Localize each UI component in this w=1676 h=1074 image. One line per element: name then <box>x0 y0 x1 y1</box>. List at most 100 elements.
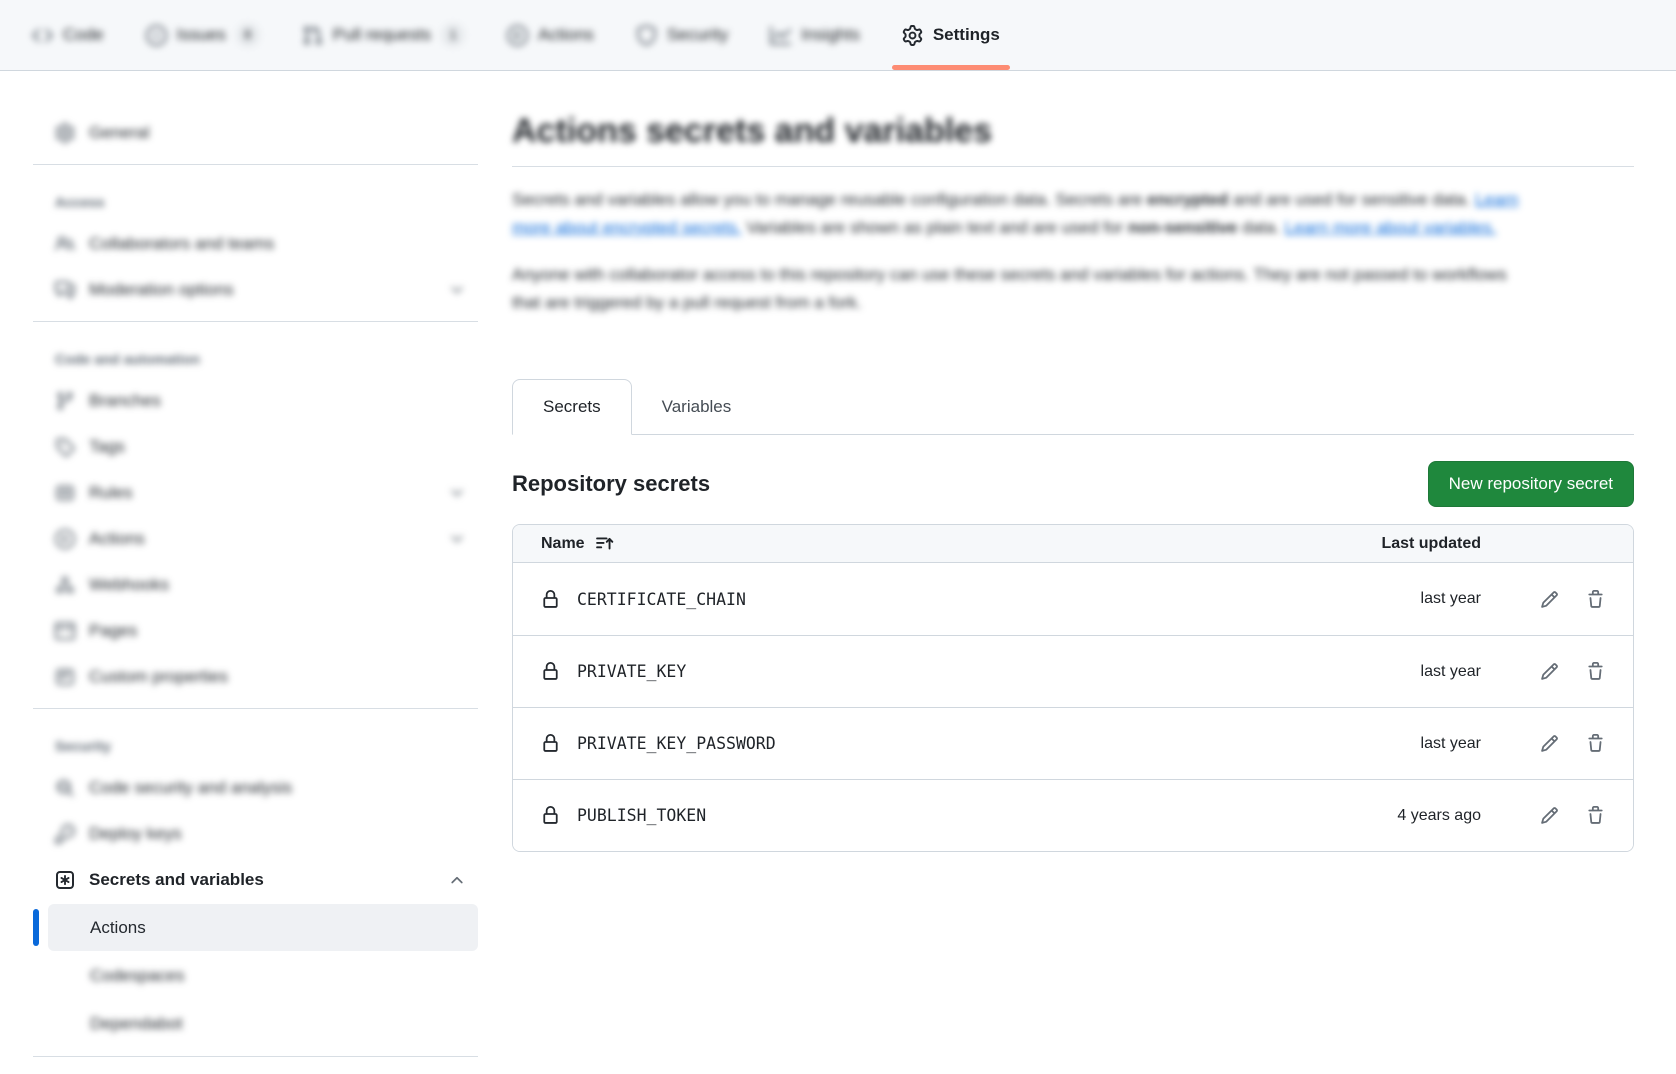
tab-label: Actions <box>538 25 594 45</box>
sidebar-subitem-dependabot[interactable]: Dependabot <box>48 1000 478 1047</box>
intro-paragraph-2: Anyone with collaborator access to this … <box>512 261 1522 317</box>
sidebar-item-branches[interactable]: Branches <box>33 379 478 423</box>
sidebar-item-code-security[interactable]: Code security and analysis <box>33 766 478 810</box>
delete-secret-button[interactable] <box>1586 662 1605 681</box>
tab-actions[interactable]: Actions <box>495 0 606 70</box>
table-row: PUBLISH_TOKEN 4 years ago <box>513 779 1633 851</box>
sidebar-item-deploy-keys[interactable]: Deploy keys <box>33 812 478 856</box>
edit-secret-button[interactable] <box>1540 806 1559 825</box>
sidebar-item-secrets-and-variables[interactable]: Secrets and variables <box>33 858 478 902</box>
sidebar-item-rules[interactable]: Rules <box>33 471 478 515</box>
sidebar-subitem-actions[interactable]: Actions <box>48 904 478 951</box>
chevron-up-icon <box>448 871 466 889</box>
tab-pull-requests[interactable]: Pull requests 1 <box>290 0 477 70</box>
edit-secret-button[interactable] <box>1540 590 1559 609</box>
sidebar-item-label: Webhooks <box>89 575 169 595</box>
secret-name: PRIVATE_KEY_PASSWORD <box>577 734 776 753</box>
tab-issues[interactable]: Issues 8 <box>134 0 272 70</box>
issues-count-badge: 8 <box>236 23 260 47</box>
secrets-table: Name Last updated CERTIFICATE_CHAIN last… <box>512 524 1634 852</box>
sidebar-section-code-and-automation: Code and automation <box>33 331 478 379</box>
sidebar-item-label: Secrets and variables <box>89 870 264 890</box>
note-icon <box>55 667 75 687</box>
secret-name: PUBLISH_TOKEN <box>577 806 706 825</box>
sidebar-item-label: Actions <box>89 529 145 549</box>
secret-name: CERTIFICATE_CHAIN <box>577 590 746 609</box>
tab-insights[interactable]: Insights <box>758 0 872 70</box>
sidebar-item-actions[interactable]: Actions <box>33 517 478 561</box>
sidebar-item-pages[interactable]: Pages <box>33 609 478 653</box>
lock-icon <box>541 734 560 753</box>
tab-variables[interactable]: Variables <box>632 379 762 435</box>
learn-more-variables-link[interactable]: Learn more about variables. <box>1285 218 1497 237</box>
trash-icon <box>1586 806 1605 825</box>
tag-icon <box>55 437 75 457</box>
browser-icon <box>55 621 75 641</box>
column-header-last-updated: Last updated <box>1335 535 1495 553</box>
sidebar-section-access: Access <box>33 174 478 222</box>
delete-secret-button[interactable] <box>1586 734 1605 753</box>
table-row: CERTIFICATE_CHAIN last year <box>513 563 1633 635</box>
trash-icon <box>1586 662 1605 681</box>
new-repository-secret-button[interactable]: New repository secret <box>1428 461 1634 507</box>
column-header-name: Name <box>541 535 585 553</box>
tab-secrets[interactable]: Secrets <box>512 379 632 435</box>
edit-secret-button[interactable] <box>1540 734 1559 753</box>
webhook-icon <box>55 575 75 595</box>
sort-ascending-icon[interactable] <box>595 534 614 553</box>
settings-sidebar: General Access Collaborators and teams M… <box>0 111 478 1066</box>
tab-label: Pull requests <box>333 25 431 45</box>
delete-secret-button[interactable] <box>1586 806 1605 825</box>
pull-requests-count-badge: 1 <box>441 23 465 47</box>
gear-icon <box>55 123 75 143</box>
sidebar-divider <box>33 321 478 322</box>
settings-content: Actions secrets and variables Secrets an… <box>478 111 1676 1066</box>
sidebar-item-label: Codespaces <box>90 966 185 986</box>
sidebar-item-label: Collaborators and teams <box>89 234 274 254</box>
chevron-down-icon <box>448 484 466 502</box>
secret-last-updated: last year <box>1335 663 1495 681</box>
table-header-row: Name Last updated <box>513 525 1633 563</box>
sidebar-item-custom-properties[interactable]: Custom properties <box>33 655 478 699</box>
intro-text: Variables are shown as plain text and ar… <box>742 218 1128 237</box>
secret-last-updated: last year <box>1335 590 1495 608</box>
secret-name: PRIVATE_KEY <box>577 662 686 681</box>
git-pull-request-icon <box>302 25 323 46</box>
tab-settings[interactable]: Settings <box>890 0 1012 70</box>
sidebar-divider <box>33 164 478 165</box>
comment-discussion-icon <box>55 280 75 300</box>
tab-label: Issues <box>177 25 226 45</box>
play-icon <box>55 529 75 549</box>
secrets-variables-tabnav: Secrets Variables <box>512 379 1634 435</box>
delete-secret-button[interactable] <box>1586 590 1605 609</box>
sidebar-item-moderation-options[interactable]: Moderation options <box>33 268 478 312</box>
pencil-icon <box>1540 734 1559 753</box>
code-icon <box>32 25 53 46</box>
tab-security[interactable]: Security <box>624 0 740 70</box>
edit-secret-button[interactable] <box>1540 662 1559 681</box>
tab-code[interactable]: Code <box>20 0 116 70</box>
sidebar-item-label: Deploy keys <box>89 824 182 844</box>
graph-icon <box>770 25 791 46</box>
sidebar-item-collaborators[interactable]: Collaborators and teams <box>33 222 478 266</box>
active-tab-underline <box>892 65 1010 70</box>
table-row: PRIVATE_KEY_PASSWORD last year <box>513 707 1633 779</box>
asterisk-box-icon <box>55 870 75 890</box>
sidebar-subitem-codespaces[interactable]: Codespaces <box>48 952 478 999</box>
sidebar-item-label: Branches <box>89 391 161 411</box>
play-icon <box>507 25 528 46</box>
sidebar-item-general[interactable]: General <box>33 111 478 155</box>
tab-label: Settings <box>933 25 1000 45</box>
sidebar-item-tags[interactable]: Tags <box>33 425 478 469</box>
secret-last-updated: 4 years ago <box>1335 807 1495 825</box>
pencil-icon <box>1540 662 1559 681</box>
trash-icon <box>1586 590 1605 609</box>
secret-last-updated: last year <box>1335 735 1495 753</box>
lock-icon <box>541 590 560 609</box>
intro-paragraph-1: Secrets and variables allow you to manag… <box>512 186 1522 242</box>
sidebar-item-webhooks[interactable]: Webhooks <box>33 563 478 607</box>
repo-nav: Code Issues 8 Pull requests 1 Actions Se… <box>0 0 1676 71</box>
people-icon <box>55 234 75 254</box>
trash-icon <box>1586 734 1605 753</box>
table-row: PRIVATE_KEY last year <box>513 635 1633 707</box>
